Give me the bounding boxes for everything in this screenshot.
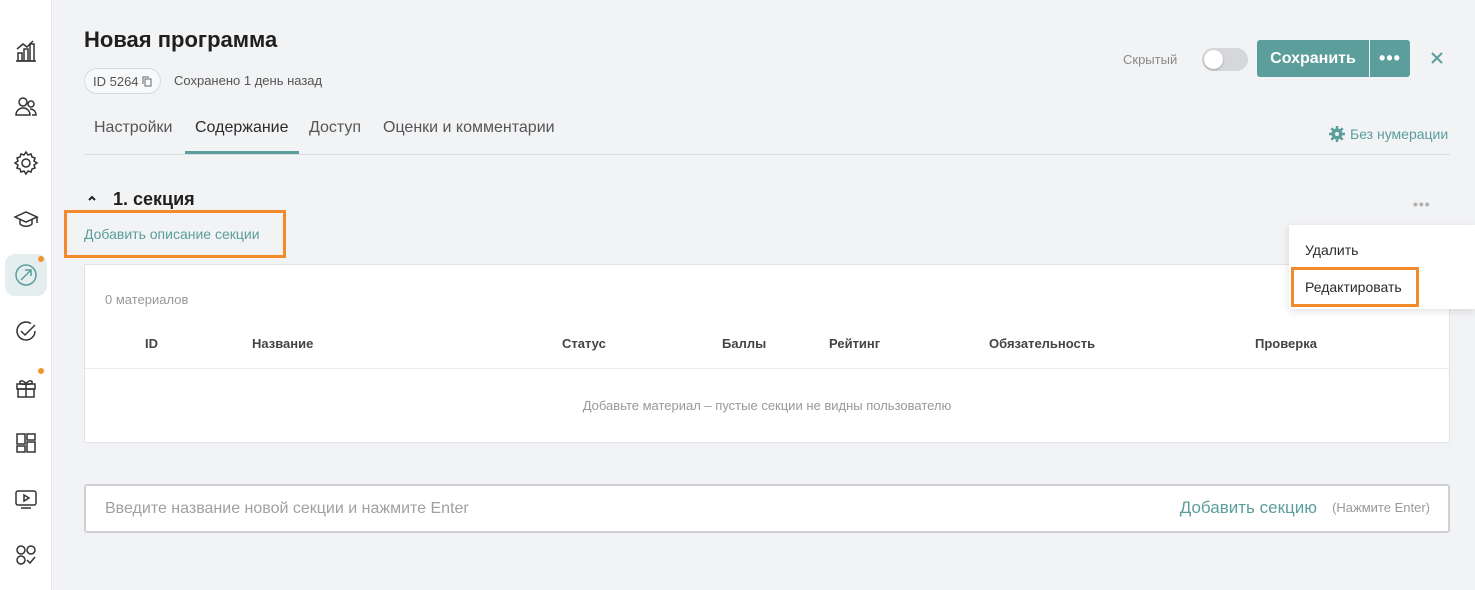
toggle-knob — [1204, 50, 1223, 69]
notification-dot — [38, 256, 44, 262]
id-badge[interactable]: ID 5264 — [84, 68, 161, 94]
settings-icon — [13, 150, 39, 176]
sidebar-item-tasks[interactable] — [5, 310, 47, 352]
column-header-name: Название — [252, 336, 314, 351]
tab-ratings-comments[interactable]: Оценки и комментарии — [373, 119, 565, 154]
column-header-status: Статус — [562, 336, 606, 351]
users-icon — [15, 97, 37, 116]
materials-table: 0 материалов ID Название Статус Баллы Ре… — [84, 264, 1450, 443]
section-more-button[interactable]: ••• — [1413, 196, 1431, 212]
saved-status: Сохранено 1 день назад — [174, 73, 323, 88]
sidebar-item-users[interactable] — [5, 86, 47, 128]
sidebar-item-education[interactable] — [5, 198, 47, 240]
highlight-box — [64, 210, 286, 258]
sidebar-item-analytics[interactable] — [5, 30, 47, 72]
empty-state-text: Добавьте материал – пустые секции не вид… — [582, 398, 952, 413]
header-divider — [85, 368, 1449, 369]
education-icon — [13, 211, 39, 227]
save-button[interactable]: Сохранить — [1257, 40, 1369, 77]
notification-dot — [38, 368, 44, 374]
column-header-mandatory: Обязательность — [989, 336, 1096, 351]
numbering-toggle[interactable]: Без нумерации — [1329, 126, 1448, 142]
video-icon — [15, 490, 37, 509]
hidden-label: Скрытый — [1123, 52, 1178, 67]
sidebar-item-apps[interactable] — [5, 534, 47, 576]
numbering-label: Без нумерации — [1350, 126, 1449, 142]
tasks-icon — [16, 321, 36, 341]
dashboard-icon — [16, 433, 36, 453]
materials-count: 0 материалов — [105, 292, 189, 307]
add-section-hint: (Нажмите Enter) — [1332, 500, 1430, 515]
sidebar-item-settings[interactable] — [5, 142, 47, 184]
page-title: Новая программа — [84, 27, 278, 52]
close-icon[interactable] — [1428, 49, 1446, 67]
new-section-input[interactable]: Введите название новой секции и нажмите … — [84, 484, 1450, 533]
apps-icon — [16, 545, 36, 565]
programs-icon — [15, 264, 37, 286]
column-header-id: ID — [145, 336, 158, 351]
gifts-icon — [16, 380, 36, 398]
id-label: ID 5264 — [93, 73, 139, 89]
tab-settings[interactable]: Настройки — [84, 119, 182, 154]
new-section-placeholder: Введите название новой секции и нажмите … — [105, 500, 469, 517]
sidebar-item-video[interactable] — [5, 478, 47, 520]
menu-item-delete[interactable]: Удалить — [1305, 242, 1358, 258]
analytics-icon — [16, 40, 36, 62]
section-title: 1. секция — [113, 189, 195, 209]
copy-icon[interactable] — [142, 76, 152, 87]
hidden-toggle[interactable] — [1202, 48, 1248, 71]
column-header-rating: Рейтинг — [829, 336, 881, 351]
chevron-up-icon[interactable] — [86, 192, 98, 204]
add-section-button[interactable]: Добавить секцию — [1180, 498, 1317, 518]
more-options-button[interactable]: ••• — [1370, 40, 1410, 77]
sidebar — [0, 0, 52, 590]
sidebar-item-dashboard[interactable] — [5, 422, 47, 464]
gear-icon — [1329, 126, 1345, 142]
highlight-box — [1291, 267, 1419, 307]
column-header-review: Проверка — [1255, 336, 1317, 351]
tab-bar: Настройки Содержание Доступ Оценки и ком… — [84, 110, 1450, 155]
column-header-points: Баллы — [722, 336, 767, 351]
tab-access[interactable]: Доступ — [299, 119, 371, 154]
tab-content[interactable]: Содержание — [185, 119, 299, 154]
